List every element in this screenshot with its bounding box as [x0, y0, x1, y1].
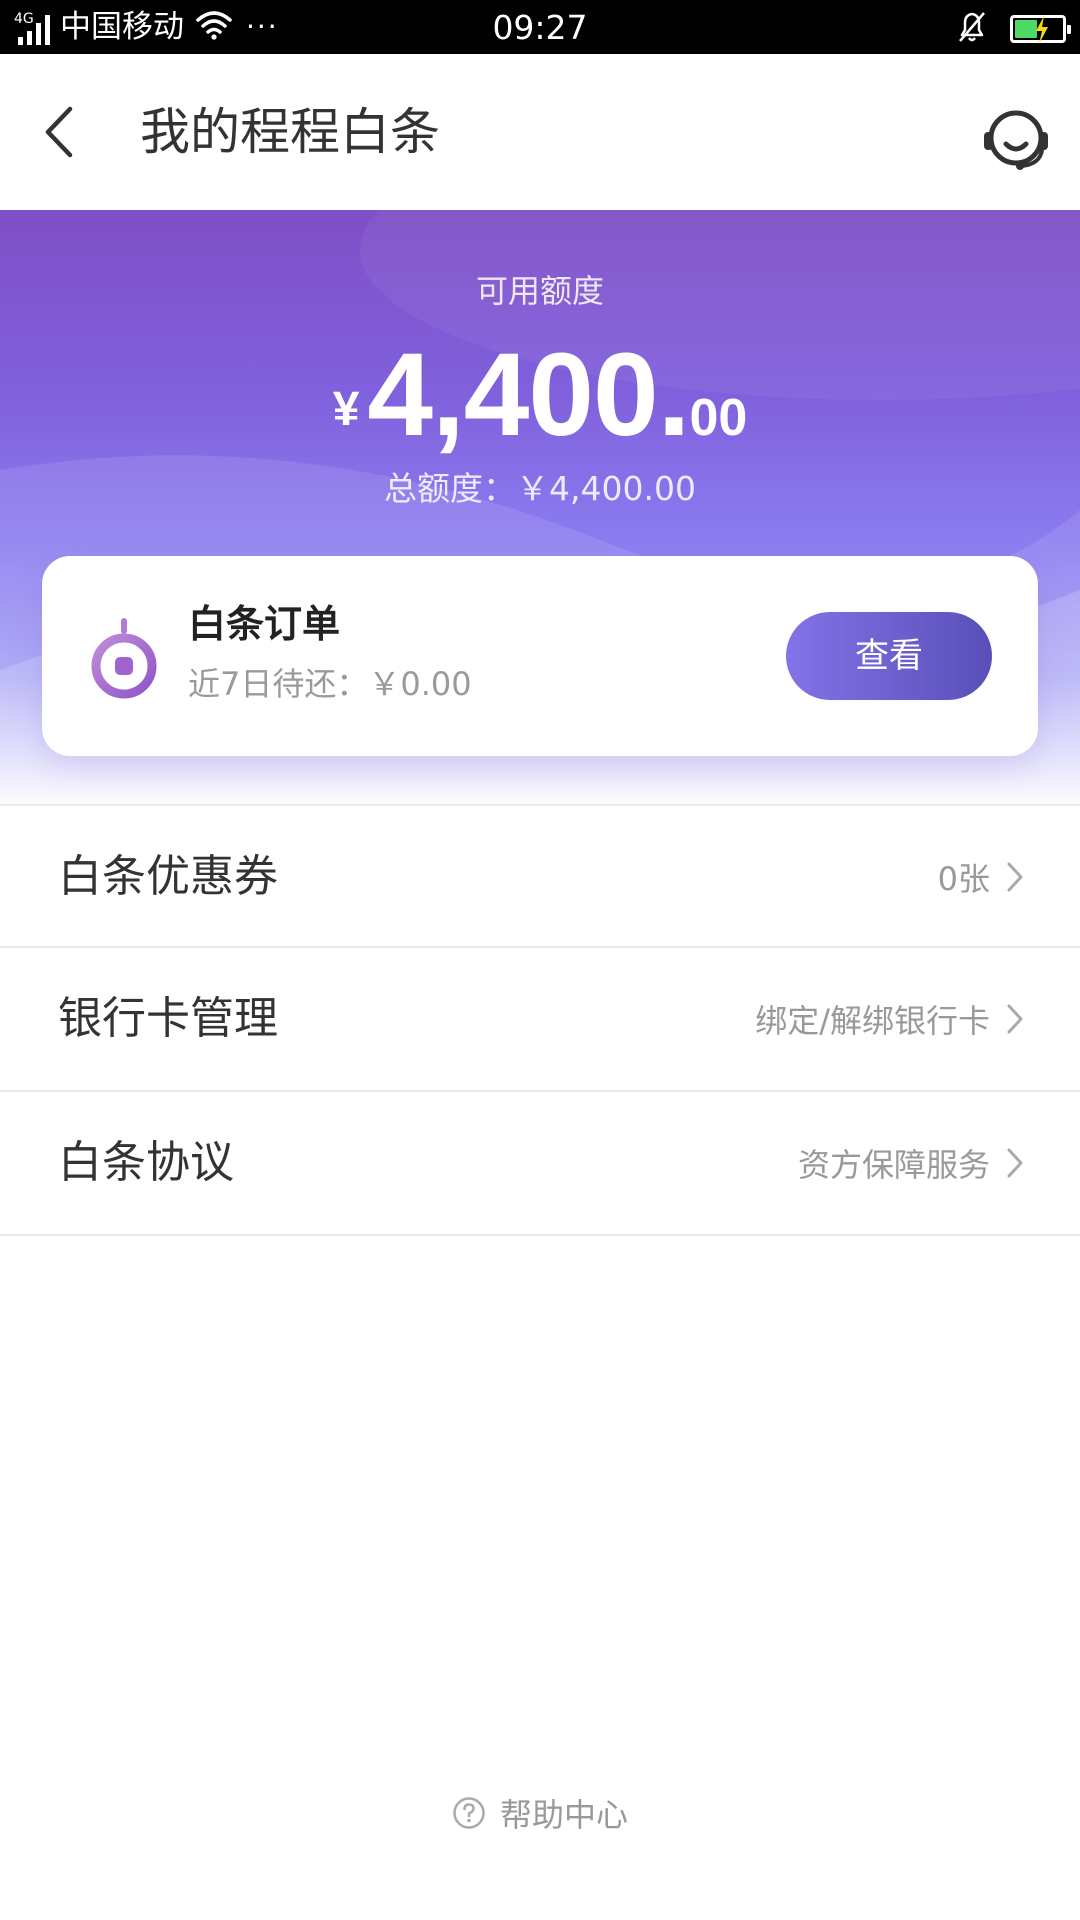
- currency-symbol: ¥: [332, 383, 360, 436]
- headset-icon: [984, 110, 1048, 170]
- amount-integer: 4,400.: [367, 329, 690, 461]
- customer-service-button[interactable]: [980, 102, 1052, 174]
- list-item-right: 资方保障服务: [798, 1092, 1024, 1234]
- total-credit: 总额度：￥4,400.00: [384, 469, 696, 508]
- list-item-right: 绑定/解绑银行卡: [755, 948, 1024, 1090]
- amount-decimal: 00: [689, 389, 748, 447]
- help-center-label: 帮助中心: [499, 1796, 628, 1834]
- status-bar: 4G 中国移动 ··· 09:27: [0, 0, 1080, 54]
- question-circle-icon: [453, 1797, 485, 1829]
- list-item-coupons[interactable]: 白条优惠券 0张: [0, 804, 1080, 948]
- order-icon: [91, 618, 157, 699]
- chevron-right-icon: [1007, 1004, 1023, 1034]
- status-right: [956, 10, 1071, 48]
- list-item-value: 资方保障服务: [797, 1146, 990, 1184]
- list-item-value: 0张: [937, 860, 990, 898]
- available-credit-amount: ¥4,400.00: [0, 330, 1080, 460]
- list-item-agreement[interactable]: 白条协议 资方保障服务: [0, 1092, 1080, 1236]
- chevron-left-icon: [45, 106, 73, 158]
- chevron-right-icon: [1007, 1148, 1023, 1178]
- list-item-value: 绑定/解绑银行卡: [755, 1002, 990, 1040]
- order-card: 白条订单 近7日待还：￥0.00 查看: [42, 556, 1038, 756]
- page-title: 我的程程白条: [140, 103, 440, 161]
- back-button[interactable]: [32, 100, 86, 164]
- list-item-bank-cards[interactable]: 银行卡管理 绑定/解绑银行卡: [0, 948, 1080, 1092]
- page: 4G 中国移动 ··· 09:27 我的程程白条 可用额度 ¥4,400.00 …: [0, 0, 1080, 1920]
- order-due-amount: 近7日待还：￥0.00: [188, 665, 472, 703]
- menu-list: 白条优惠券 0张 银行卡管理 绑定/解绑银行卡 白条协议 资方保障服务: [0, 804, 1080, 1236]
- list-item-right: 0张: [938, 806, 1024, 948]
- list-item-label: 白条协议: [58, 1137, 234, 1188]
- battery-icon: [1010, 15, 1071, 44]
- chevron-right-icon: [1007, 862, 1023, 892]
- help-center-link[interactable]: 帮助中心: [0, 1790, 1080, 1836]
- list-item-label: 银行卡管理: [58, 993, 278, 1044]
- view-orders-button[interactable]: 查看: [786, 612, 992, 700]
- bell-muted-icon: [956, 10, 988, 48]
- nav-bar: 我的程程白条: [0, 54, 1080, 210]
- order-title: 白条订单: [188, 602, 341, 646]
- list-item-label: 白条优惠券: [58, 851, 278, 902]
- available-credit-label: 可用额度: [475, 272, 604, 310]
- status-time: 09:27: [492, 8, 588, 47]
